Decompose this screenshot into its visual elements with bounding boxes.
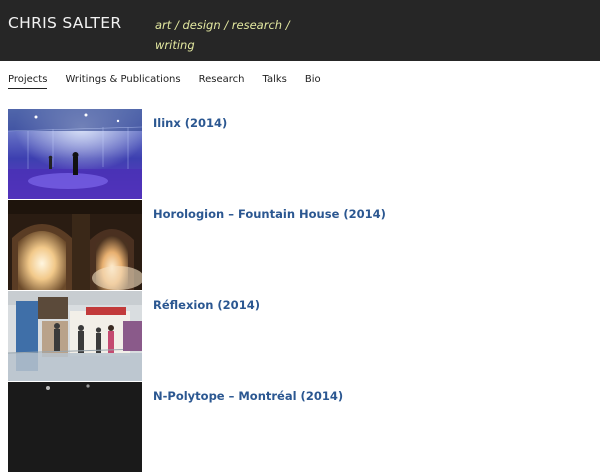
nav-research[interactable]: Research: [199, 73, 245, 89]
project-title[interactable]: Ilinx (2014): [153, 116, 227, 130]
project-thumbnail[interactable]: [8, 109, 142, 199]
main-nav: Projects Writings & Publications Researc…: [8, 73, 339, 89]
site-header: CHRIS SALTER art / design / research / w…: [0, 0, 600, 61]
project-thumbnail[interactable]: [8, 291, 142, 381]
project-thumbnail[interactable]: [8, 200, 142, 290]
project-item[interactable]: Réflexion (2014): [8, 291, 600, 382]
project-title[interactable]: N-Polytope – Montréal (2014): [153, 389, 343, 403]
project-item[interactable]: Ilinx (2014): [8, 109, 600, 200]
nav-talks[interactable]: Talks: [262, 73, 286, 89]
site-title[interactable]: CHRIS SALTER: [8, 14, 121, 32]
project-item[interactable]: Horologion – Fountain House (2014): [8, 200, 600, 291]
project-item[interactable]: N-Polytope – Montréal (2014): [8, 382, 600, 473]
nav-writings-publications[interactable]: Writings & Publications: [65, 73, 180, 89]
project-title[interactable]: Réflexion (2014): [153, 298, 260, 312]
project-list: Ilinx (2014) Horologion – Fountain House…: [8, 109, 600, 473]
nav-bio[interactable]: Bio: [305, 73, 321, 89]
nav-projects[interactable]: Projects: [8, 73, 48, 89]
site-tagline: art / design / research / writing: [155, 18, 290, 52]
project-title[interactable]: Horologion – Fountain House (2014): [153, 207, 386, 221]
project-thumbnail[interactable]: [8, 382, 142, 472]
